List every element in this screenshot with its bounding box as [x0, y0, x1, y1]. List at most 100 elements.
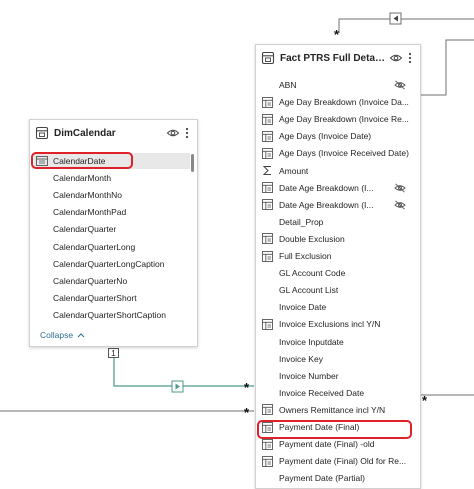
field-name: Amount	[279, 165, 309, 176]
field-name: CalendarQuarterShortCaption	[53, 309, 166, 320]
field-row[interactable]: CalendarQuarterLongCaption	[34, 256, 190, 272]
calc-column-icon	[262, 113, 273, 125]
table-icon	[35, 126, 49, 140]
calc-column-icon	[262, 455, 273, 467]
dimcalendar-table-card[interactable]: DimCalendar CalendarDate CalendarMonth Cal…	[29, 119, 198, 347]
field-row[interactable]: CalendarMonthNo	[34, 187, 190, 203]
field-name: Date Age Breakdown (I...	[279, 182, 374, 193]
field-row[interactable]: Invoice Exclusions incl Y/N	[262, 316, 418, 332]
field-row[interactable]: Payment date (Final) -old	[262, 436, 418, 452]
field-name: Double Exclusion	[279, 233, 345, 244]
field-row[interactable]: GL Account Code	[262, 265, 418, 281]
table-title: Fact PTRS Full Detail I...	[280, 52, 386, 64]
field-row-selected[interactable]: CalendarDate	[34, 153, 190, 169]
field-name: Invoice Number	[279, 370, 339, 381]
cardinality-many-marker-right: *	[422, 393, 428, 408]
field-name: Full Exclusion	[279, 251, 332, 261]
field-row[interactable]: Date Age Breakdown (I...	[262, 180, 418, 196]
field-row[interactable]: ABN	[262, 77, 418, 93]
field-row[interactable]: Payment date (Final) Old for Re...	[262, 453, 418, 469]
field-row[interactable]: Payment Date (Partial)	[262, 470, 418, 486]
field-name: Invoice Exclusions incl Y/N	[279, 319, 381, 330]
field-row[interactable]: Payment Date (Final)	[262, 419, 418, 435]
field-row[interactable]: Age Days (Invoice Received Date)	[262, 145, 418, 161]
relationship-line-dimcalendar[interactable]	[113, 358, 254, 387]
field-row[interactable]: Double Exclusion	[262, 231, 418, 247]
hidden-field-icon[interactable]	[394, 80, 406, 90]
more-options-icon[interactable]	[406, 51, 414, 65]
field-name: Detail_Prop	[279, 216, 324, 227]
calc-column-icon	[262, 438, 273, 450]
field-name: GL Account Code	[279, 268, 346, 279]
calc-column-icon	[262, 96, 273, 108]
field-name: CalendarQuarterNo	[53, 275, 128, 286]
calc-column-icon	[262, 130, 273, 142]
field-name: CalendarQuarterShort	[53, 292, 137, 303]
field-row[interactable]: Invoice Number	[262, 368, 418, 384]
calc-column-icon	[262, 199, 273, 211]
field-name: Payment Date (Partial)	[279, 473, 365, 484]
field-row[interactable]: CalendarQuarterNo	[34, 273, 190, 289]
field-row[interactable]: Full Exclusion	[262, 248, 418, 264]
collapse-button[interactable]: Collapse	[40, 330, 86, 340]
field-name: CalendarMonthNo	[53, 190, 122, 201]
date-column-icon	[36, 155, 48, 167]
field-name: Payment date (Final) -old	[279, 439, 375, 450]
field-name: Payment Date (Final)	[279, 422, 360, 432]
cardinality-many-marker-dim: *	[244, 380, 250, 395]
field-row[interactable]: Invoice Inputdate	[262, 334, 418, 350]
field-row[interactable]: CalendarQuarter	[34, 221, 190, 237]
field-name: Age Day Breakdown (Invoice Re...	[279, 114, 409, 125]
field-row[interactable]: Detail_Prop	[262, 214, 418, 230]
calc-column-icon	[262, 318, 273, 330]
hidden-field-icon[interactable]	[394, 183, 406, 193]
field-row[interactable]: Date Age Breakdown (I...	[262, 197, 418, 213]
field-row[interactable]: Age Day Breakdown (Invoice Re...	[262, 111, 418, 127]
field-name: CalendarMonth	[53, 173, 112, 184]
field-row[interactable]: GL Account List	[262, 282, 418, 298]
field-row[interactable]: Invoice Date	[262, 299, 418, 315]
field-name: Age Days (Invoice Date)	[279, 131, 372, 142]
calc-column-icon	[262, 404, 273, 416]
field-name: ABN	[279, 80, 297, 90]
table-icon	[261, 51, 275, 65]
table-header[interactable]: DimCalendar	[30, 120, 197, 146]
calc-column-icon	[262, 147, 273, 159]
field-name: Age Day Breakdown (Invoice Da...	[279, 97, 409, 108]
field-name: Payment date (Final) Old for Re...	[279, 456, 407, 467]
calc-column-icon	[262, 250, 273, 262]
field-row[interactable]: Age Days (Invoice Date)	[262, 128, 418, 144]
field-row[interactable]: CalendarQuarterShortCaption	[34, 307, 190, 323]
calc-column-icon	[262, 233, 273, 245]
relationship-line-right[interactable]	[420, 39, 474, 96]
visibility-eye-icon[interactable]	[166, 126, 180, 140]
fact-table-card[interactable]: Fact PTRS Full Detail I... ABN Age Day Br…	[255, 44, 421, 489]
field-row[interactable]: Amount	[262, 163, 418, 179]
field-row[interactable]: CalendarQuarterLong	[34, 239, 190, 255]
calc-column-icon	[262, 421, 273, 433]
field-name: CalendarQuarterLongCaption	[53, 258, 165, 269]
field-name: CalendarQuarter	[53, 224, 117, 235]
field-row[interactable]: Invoice Received Date	[262, 385, 418, 401]
field-name: CalendarQuarterLong	[53, 241, 136, 252]
field-row[interactable]: CalendarMonthPad	[34, 204, 190, 220]
table-header[interactable]: Fact PTRS Full Detail I...	[256, 45, 420, 71]
relationship-line-top[interactable]	[338, 18, 474, 33]
field-name: Invoice Key	[279, 353, 323, 364]
field-name: Invoice Date	[279, 302, 327, 313]
hidden-field-icon[interactable]	[394, 200, 406, 210]
collapse-label: Collapse	[40, 330, 74, 340]
visibility-eye-icon[interactable]	[389, 51, 403, 65]
field-row[interactable]: Age Day Breakdown (Invoice Da...	[262, 94, 418, 110]
cardinality-many-marker-left: *	[244, 405, 250, 420]
field-row[interactable]: CalendarQuarterShort	[34, 290, 190, 306]
more-options-icon[interactable]	[183, 126, 191, 140]
field-row[interactable]: Owners Remittance incl Y/N	[262, 402, 418, 418]
field-name: Invoice Received Date	[279, 387, 365, 398]
field-name: GL Account List	[279, 285, 339, 296]
sigma-icon	[262, 165, 273, 176]
scrollbar-thumb[interactable]	[191, 154, 194, 172]
field-name: Invoice Inputdate	[279, 336, 344, 347]
field-row[interactable]: Invoice Key	[262, 351, 418, 367]
field-row[interactable]: CalendarMonth	[34, 170, 190, 186]
